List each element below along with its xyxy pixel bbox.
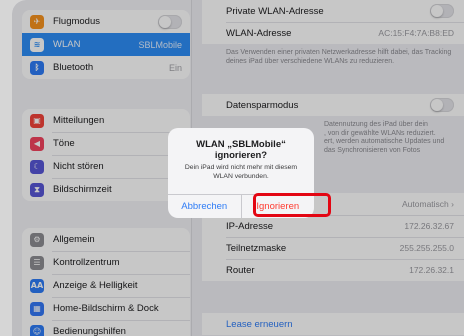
ignore-button[interactable]: Ignorieren [240, 195, 315, 218]
forget-network-alert: WLAN „SBLMobile“ ignorieren? Dein iPad w… [168, 128, 314, 218]
cancel-button[interactable]: Abbrechen [168, 195, 241, 218]
alert-button-bar: Abbrechen Ignorieren [168, 194, 314, 218]
alert-message: Dein iPad wird nicht mehr mit diesem WLA… [184, 164, 298, 180]
ipad-screen: ✈ Flugmodus ≋ WLAN SBLMobile ᛒ Bluetooth Ein ▣ M… [12, 0, 464, 336]
alert-title: WLAN „SBLMobile“ ignorieren? [196, 139, 286, 161]
